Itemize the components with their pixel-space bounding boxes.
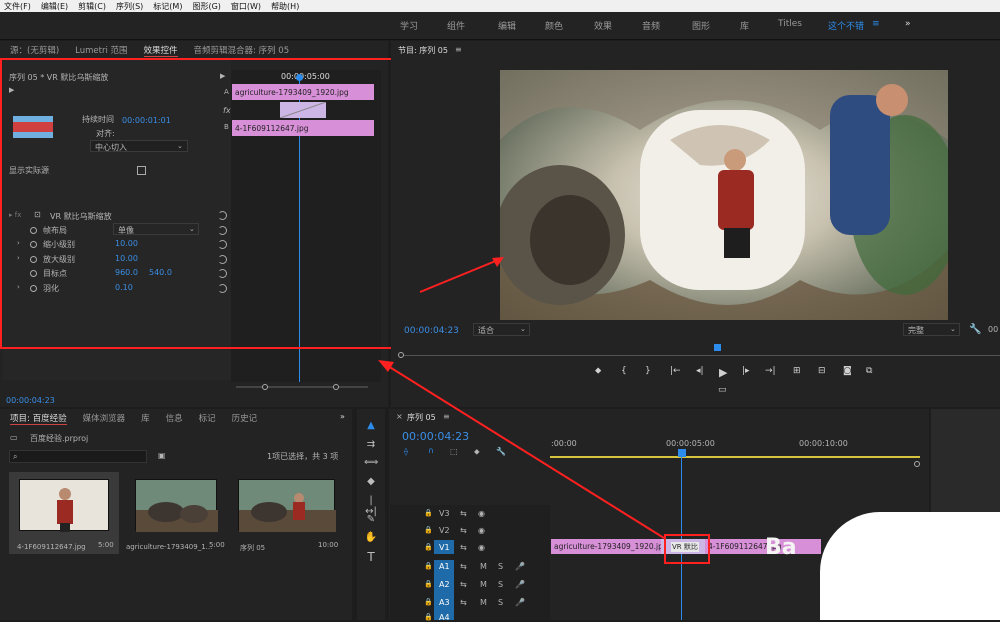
annotation-arrows xyxy=(378,257,665,539)
